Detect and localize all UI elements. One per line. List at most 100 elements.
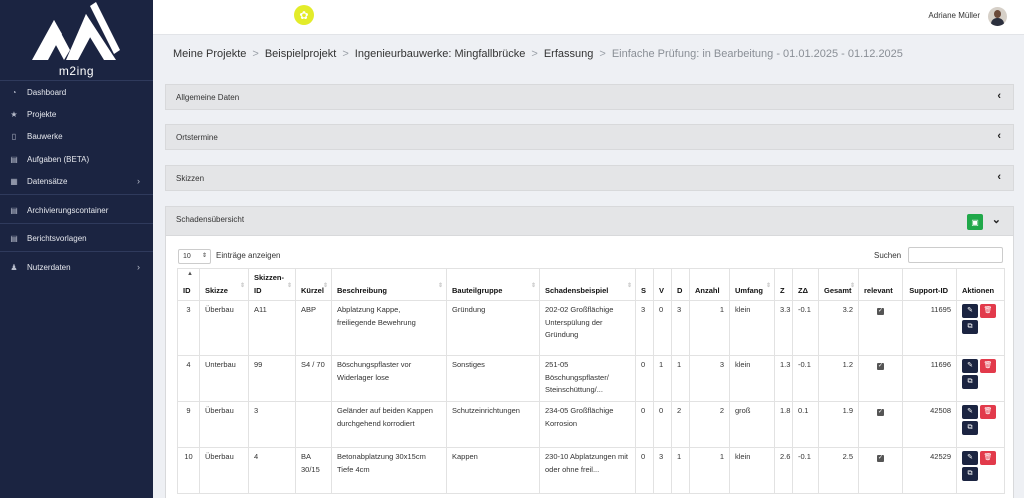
sidebar-item-datensaetze[interactable]: ▦ Datensätze › — [0, 173, 153, 189]
chevron-down-icon[interactable]: ⌄ — [992, 213, 1001, 226]
user-name[interactable]: Adriane Müller — [928, 11, 980, 20]
col-header-support-id[interactable]: Support-ID — [902, 268, 957, 301]
user-data-icon: ♟ — [10, 262, 18, 272]
m2ing-logo[interactable] — [28, 2, 124, 62]
breadcrumb-item[interactable]: Erfassung — [544, 48, 594, 60]
cell-d: 1 — [671, 447, 690, 494]
breadcrumb-separator: > — [252, 48, 259, 60]
col-header-zdelta[interactable]: ZΔ — [792, 268, 819, 301]
breadcrumb: Meine Projekte > Beispielprojekt > Ingenieur… — [173, 48, 903, 60]
sort-icon: ⇕ — [286, 282, 292, 289]
cell-bauteilgruppe: Kappen — [446, 447, 540, 494]
cell-relevant: ✓ — [858, 355, 903, 402]
col-header-gesamt[interactable]: Gesamt ⇕ — [818, 268, 859, 301]
schaden-panel-body: 10 ⇕ Einträge anzeigen Suchen ID ▲ Skizze… — [165, 236, 1014, 498]
copy-button[interactable]: ⧉ — [962, 467, 978, 481]
cell-s: 0 — [635, 401, 654, 448]
panel-allgemeine-daten[interactable]: Allgemeine Daten ‹ — [165, 84, 1014, 110]
dashboard-icon: ◔ — [11, 87, 17, 97]
checkbox-checked-icon[interactable]: ✓ — [877, 308, 884, 315]
copy-button[interactable]: ⧉ — [962, 421, 978, 435]
sidebar-item-dashboard[interactable]: ◔ Dashboard — [0, 84, 153, 100]
cell-skizzen-id: 99 — [248, 355, 296, 402]
chevron-left-icon[interactable]: ‹ — [997, 90, 1001, 102]
breadcrumb-item[interactable]: Meine Projekte — [173, 48, 246, 60]
col-header-umfang[interactable]: Umfang ⇕ — [729, 268, 775, 301]
cell-beschreibung: Betonabplatzung 30x15cm Tiefe 4cm — [331, 447, 447, 494]
delete-button[interactable]: 🗑 — [980, 304, 996, 318]
cell-zdelta: 0.1 — [792, 401, 819, 448]
sidebar-item-label: Bauwerke — [27, 131, 63, 141]
col-header-d[interactable]: D — [671, 268, 690, 301]
col-header-v[interactable]: V — [653, 268, 672, 301]
pencil-icon: ✎ — [967, 361, 973, 369]
col-header-s[interactable]: S — [635, 268, 654, 301]
select-arrows-icon: ⇕ — [201, 253, 207, 259]
copy-icon: ⧉ — [967, 377, 973, 385]
delete-button[interactable]: 🗑 — [980, 451, 996, 465]
breadcrumb-item[interactable]: Beispielprojekt — [265, 48, 337, 60]
sidebar: m2ing ◔ Dashboard ★ Projekte ▯ Bauwerke … — [0, 0, 153, 498]
chevron-left-icon[interactable]: ‹ — [997, 171, 1001, 183]
sidebar-item-projekte[interactable]: ★ Projekte — [0, 106, 153, 122]
sidebar-item-bauwerke[interactable]: ▯ Bauwerke — [0, 128, 153, 144]
checkbox-checked-icon[interactable]: ✓ — [877, 363, 884, 370]
cell-gesamt: 2.5 — [818, 447, 859, 494]
panel-schadensuebersicht[interactable]: Schadensübersicht ▣ ⌄ — [165, 206, 1014, 236]
checkbox-checked-icon[interactable]: ✓ — [877, 455, 884, 462]
sidebar-item-label: Archivierungscontainer — [27, 205, 109, 215]
sort-icon: ⇕ — [626, 282, 632, 289]
col-header-beschreibung[interactable]: Beschreibung ⇕ — [331, 268, 447, 301]
table-row: 4 Unterbau 99 S4 / 70 Böschungspflaster … — [177, 355, 1005, 402]
trash-icon: 🗑 — [983, 407, 993, 415]
cell-id: 9 — [177, 401, 200, 448]
col-header-anzahl[interactable]: Anzahl — [689, 268, 730, 301]
breadcrumb-item[interactable]: Ingenieurbauwerke: Mingfallbrücke — [355, 48, 526, 60]
settings-gear-button[interactable]: ✿ — [294, 5, 314, 25]
checkbox-checked-icon[interactable]: ✓ — [877, 409, 884, 416]
col-header-kuerzel[interactable]: Kürzel ⇕ — [295, 268, 332, 301]
col-header-relevant[interactable]: relevant — [858, 268, 903, 301]
page-length-select[interactable]: 10 ⇕ — [178, 249, 211, 264]
cell-aktionen: ✎ 🗑 ⧉ — [956, 447, 1005, 494]
sidebar-item-aufgaben[interactable]: ▤ Aufgaben (BETA) — [0, 151, 153, 167]
excel-icon: ▣ — [971, 217, 979, 227]
sort-icon: ⇕ — [849, 282, 855, 289]
sidebar-item-nutzerdaten[interactable]: ♟ Nutzerdaten › — [0, 259, 153, 275]
sidebar-item-berichtsvorlagen[interactable]: ▤ Berichtsvorlagen — [0, 230, 153, 246]
col-header-skizze[interactable]: Skizze ⇕ — [199, 268, 249, 301]
cell-gesamt: 3.2 — [818, 300, 859, 356]
col-header-schadensbeispiel[interactable]: Schadensbeispiel ⇕ — [539, 268, 636, 301]
cell-s: 3 — [635, 300, 654, 356]
chevron-left-icon[interactable]: ‹ — [997, 130, 1001, 142]
records-icon: ▦ — [10, 176, 18, 186]
panel-ortstermine[interactable]: Ortstermine ‹ — [165, 124, 1014, 150]
cell-beschreibung: Abplatzung Kappe, freiliegende Bewehrung — [331, 300, 447, 356]
col-header-skizzen-id[interactable]: Skizzen-ID ⇕ — [248, 268, 296, 301]
edit-button[interactable]: ✎ — [962, 451, 978, 465]
col-header-id[interactable]: ID ▲ — [177, 268, 200, 301]
cell-support-id: 11696 — [902, 355, 957, 402]
cell-anzahl: 3 — [689, 355, 730, 402]
col-header-bauteilgruppe[interactable]: Bauteilgruppe ⇕ — [446, 268, 540, 301]
col-header-z[interactable]: Z — [774, 268, 793, 301]
edit-button[interactable]: ✎ — [962, 359, 978, 373]
sidebar-item-label: Dashboard — [27, 87, 67, 97]
sidebar-item-archivierungscontainer[interactable]: ▤ Archivierungscontainer — [0, 202, 153, 218]
delete-button[interactable]: 🗑 — [980, 405, 996, 419]
edit-button[interactable]: ✎ — [962, 405, 978, 419]
copy-button[interactable]: ⧉ — [962, 320, 978, 334]
building-icon: ▯ — [11, 131, 17, 141]
delete-button[interactable]: 🗑 — [980, 359, 996, 373]
copy-button[interactable]: ⧉ — [962, 375, 978, 389]
avatar[interactable] — [988, 7, 1007, 26]
search-input[interactable] — [908, 247, 1003, 263]
cell-anzahl: 1 — [689, 300, 730, 356]
edit-button[interactable]: ✎ — [962, 304, 978, 318]
cell-relevant: ✓ — [858, 401, 903, 448]
cell-umfang: groß — [729, 401, 775, 448]
excel-export-button[interactable]: ▣ — [967, 214, 983, 230]
panel-skizzen[interactable]: Skizzen ‹ — [165, 165, 1014, 191]
table-row: 9 Überbau 3 Geländer auf beiden Kappen d… — [177, 401, 1005, 448]
cell-skizzen-id: A11 — [248, 300, 296, 356]
